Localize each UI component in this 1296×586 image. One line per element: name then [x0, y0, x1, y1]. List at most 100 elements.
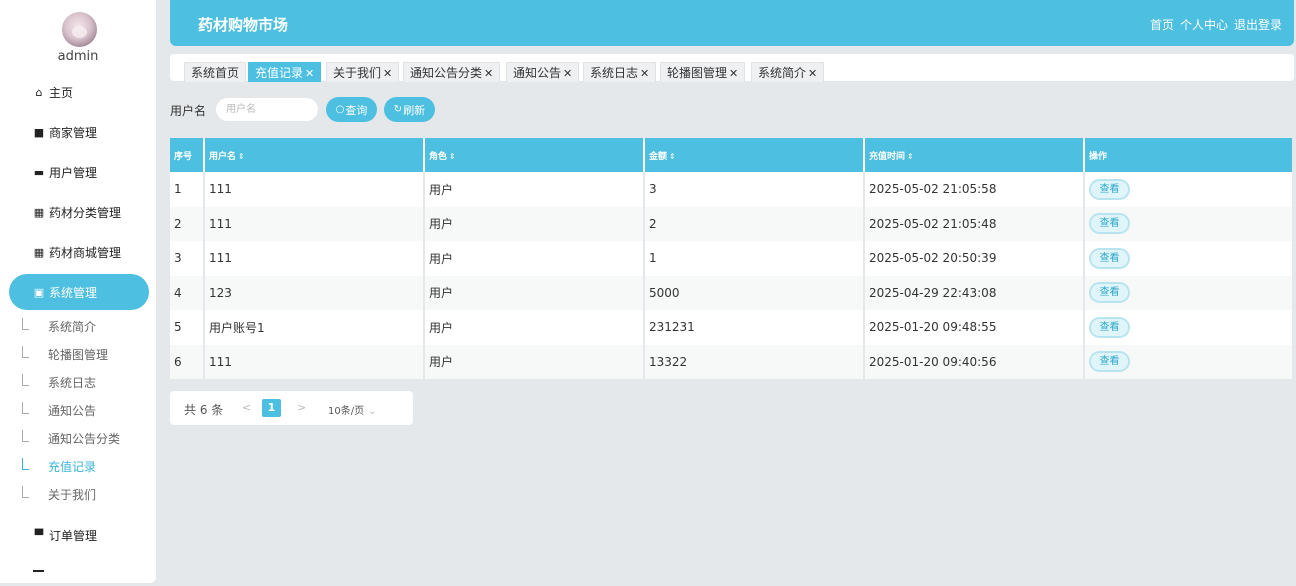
top-header: 药材购物市场 首页 个人中心 退出登录	[170, 0, 1294, 46]
tab-label: 通知公告	[513, 66, 562, 80]
sidebar-subitem-recharge[interactable]: 充值记录	[48, 457, 96, 477]
close-icon[interactable]: ✕	[729, 67, 738, 80]
close-icon[interactable]: ✕	[640, 67, 649, 80]
search-icon: ○	[335, 104, 345, 115]
tree-line	[22, 402, 29, 414]
cell-amount: 1	[644, 241, 865, 276]
tree-line	[22, 346, 29, 358]
clipboard-icon: ▣	[33, 285, 45, 299]
table-row: 4 123 用户 5000 2025-04-29 22:43:08 查看	[170, 275, 1292, 310]
next-page-icon[interactable]: >	[297, 401, 306, 414]
avatar[interactable]	[62, 12, 97, 47]
sort-icon[interactable]: ⇕	[449, 152, 456, 161]
close-icon[interactable]: ✕	[383, 67, 392, 80]
table-row: 2 111 用户 2 2025-05-02 21:05:48 查看	[170, 206, 1292, 242]
cell-amount: 13322	[644, 344, 865, 379]
close-icon[interactable]: ✕	[808, 67, 817, 80]
username-search-input[interactable]	[215, 97, 319, 122]
sort-icon[interactable]: ⇕	[907, 152, 914, 161]
tab-carousel[interactable]: 轮播图管理 ✕	[660, 62, 746, 82]
pagination: 共 6 条 < 1 > 10条/页 ⌄	[170, 391, 413, 425]
column-header-recharge-time[interactable]: 充值时间 ⇕	[864, 138, 1085, 172]
sidebar-subitem-about[interactable]: 关于我们	[48, 485, 96, 505]
tree-line	[22, 486, 29, 498]
sort-icon[interactable]: ⇕	[238, 152, 245, 161]
page-size-label: 10条/页	[328, 406, 365, 417]
tree-line	[22, 458, 29, 470]
prev-page-icon[interactable]: <	[242, 401, 251, 414]
table-row: 1 111 用户 3 2025-05-02 21:05:58 查看	[170, 172, 1292, 207]
sidebar-subitem-notice[interactable]: 通知公告	[48, 401, 96, 421]
cell-index: 6	[170, 344, 205, 379]
refresh-button[interactable]: ↻ 刷新	[384, 97, 435, 122]
view-button[interactable]: 查看	[1089, 213, 1130, 235]
query-button[interactable]: ○ 查询	[326, 97, 377, 122]
cell-role: 用户	[424, 172, 645, 207]
view-button[interactable]: 查看	[1089, 178, 1130, 200]
tab-system-intro[interactable]: 系统简介 ✕	[751, 62, 825, 82]
home-icon: ⌂	[35, 85, 43, 99]
tab-label: 系统首页	[191, 66, 240, 80]
tab-notice-category[interactable]: 通知公告分类 ✕	[403, 62, 501, 82]
page-button-current[interactable]: 1	[262, 399, 281, 417]
cell-role: 用户	[424, 344, 645, 379]
tab-notice[interactable]: 通知公告 ✕	[506, 62, 580, 82]
sort-icon[interactable]: ⇕	[669, 152, 676, 161]
sidebar-item-users[interactable]: ▬ 用户管理	[0, 154, 156, 190]
button-label: 查询	[345, 103, 368, 117]
view-button[interactable]: 查看	[1089, 351, 1130, 373]
chat-icon: ▬	[33, 165, 45, 179]
cell-actions: 查看	[1084, 207, 1292, 242]
column-header-actions: 操作	[1089, 151, 1108, 162]
sidebar-item-merchant[interactable]: ■ 商家管理	[0, 114, 156, 150]
column-header-amount[interactable]: 金额 ⇕	[644, 138, 865, 172]
menu-more-icon	[33, 570, 44, 572]
sidebar-subitem-carousel[interactable]: 轮播图管理	[48, 345, 108, 365]
refresh-icon: ↻	[393, 104, 403, 115]
close-icon[interactable]: ✕	[305, 67, 314, 80]
tab-about[interactable]: 关于我们 ✕	[326, 62, 400, 82]
app-title: 药材购物市场	[198, 16, 289, 34]
grid-icon: ▦	[33, 205, 45, 219]
chevron-down-icon: ⌄	[368, 406, 377, 417]
header-link-home[interactable]: 首页	[1150, 16, 1174, 33]
header-link-logout[interactable]: 退出登录	[1234, 16, 1282, 33]
cell-actions: 查看	[1084, 241, 1292, 276]
cell-role: 用户	[424, 310, 645, 345]
header-link-profile[interactable]: 个人中心	[1180, 16, 1228, 33]
cell-index: 2	[170, 206, 205, 241]
sidebar-item-herb-mall[interactable]: ▦ 药材商城管理	[0, 234, 156, 270]
view-button[interactable]: 查看	[1089, 282, 1130, 304]
cell-index: 3	[170, 241, 205, 276]
cell-role: 用户	[424, 241, 645, 276]
page-size-select[interactable]: 10条/页 ⌄	[328, 402, 376, 417]
table-row: 3 111 用户 1 2025-05-02 20:50:39 查看	[170, 241, 1292, 276]
sidebar-item-herb-category[interactable]: ▦ 药材分类管理	[0, 194, 156, 230]
cell-amount: 231231	[644, 310, 865, 345]
cell-role: 用户	[424, 275, 645, 310]
tab-system-home[interactable]: 系统首页	[184, 62, 247, 82]
sidebar-item-label: 商家管理	[49, 125, 98, 140]
cell-actions: 查看	[1084, 310, 1292, 345]
sidebar-item-home[interactable]: ⌂ 主页	[0, 74, 156, 110]
view-button[interactable]: 查看	[1089, 247, 1130, 269]
tab-recharge[interactable]: 充值记录 ✕	[248, 62, 322, 82]
close-icon[interactable]: ✕	[563, 67, 572, 80]
sidebar-item-orders[interactable]: ▀ 订单管理	[0, 517, 156, 553]
cell-index: 1	[170, 172, 205, 207]
tab-label: 关于我们	[333, 66, 382, 80]
tab-label: 通知公告分类	[410, 66, 483, 80]
close-icon[interactable]: ✕	[484, 67, 493, 80]
sidebar-item-system[interactable]: ▣ 系统管理	[9, 274, 149, 310]
sidebar-subitem-notice-category[interactable]: 通知公告分类	[48, 429, 120, 449]
sidebar-subitem-system-intro[interactable]: 系统简介	[48, 317, 96, 337]
sidebar-subitem-system-log[interactable]: 系统日志	[48, 373, 96, 393]
tab-system-log[interactable]: 系统日志 ✕	[583, 62, 657, 82]
column-header-role[interactable]: 角色 ⇕	[424, 138, 645, 172]
view-button[interactable]: 查看	[1089, 316, 1130, 338]
cell-recharge-time: 2025-05-02 21:05:58	[864, 172, 1085, 207]
tree-line	[22, 318, 29, 330]
column-header-username[interactable]: 用户名 ⇕	[204, 138, 425, 172]
header-links: 首页 个人中心 退出登录	[1150, 16, 1282, 33]
pagination-total: 共 6 条	[184, 403, 224, 417]
